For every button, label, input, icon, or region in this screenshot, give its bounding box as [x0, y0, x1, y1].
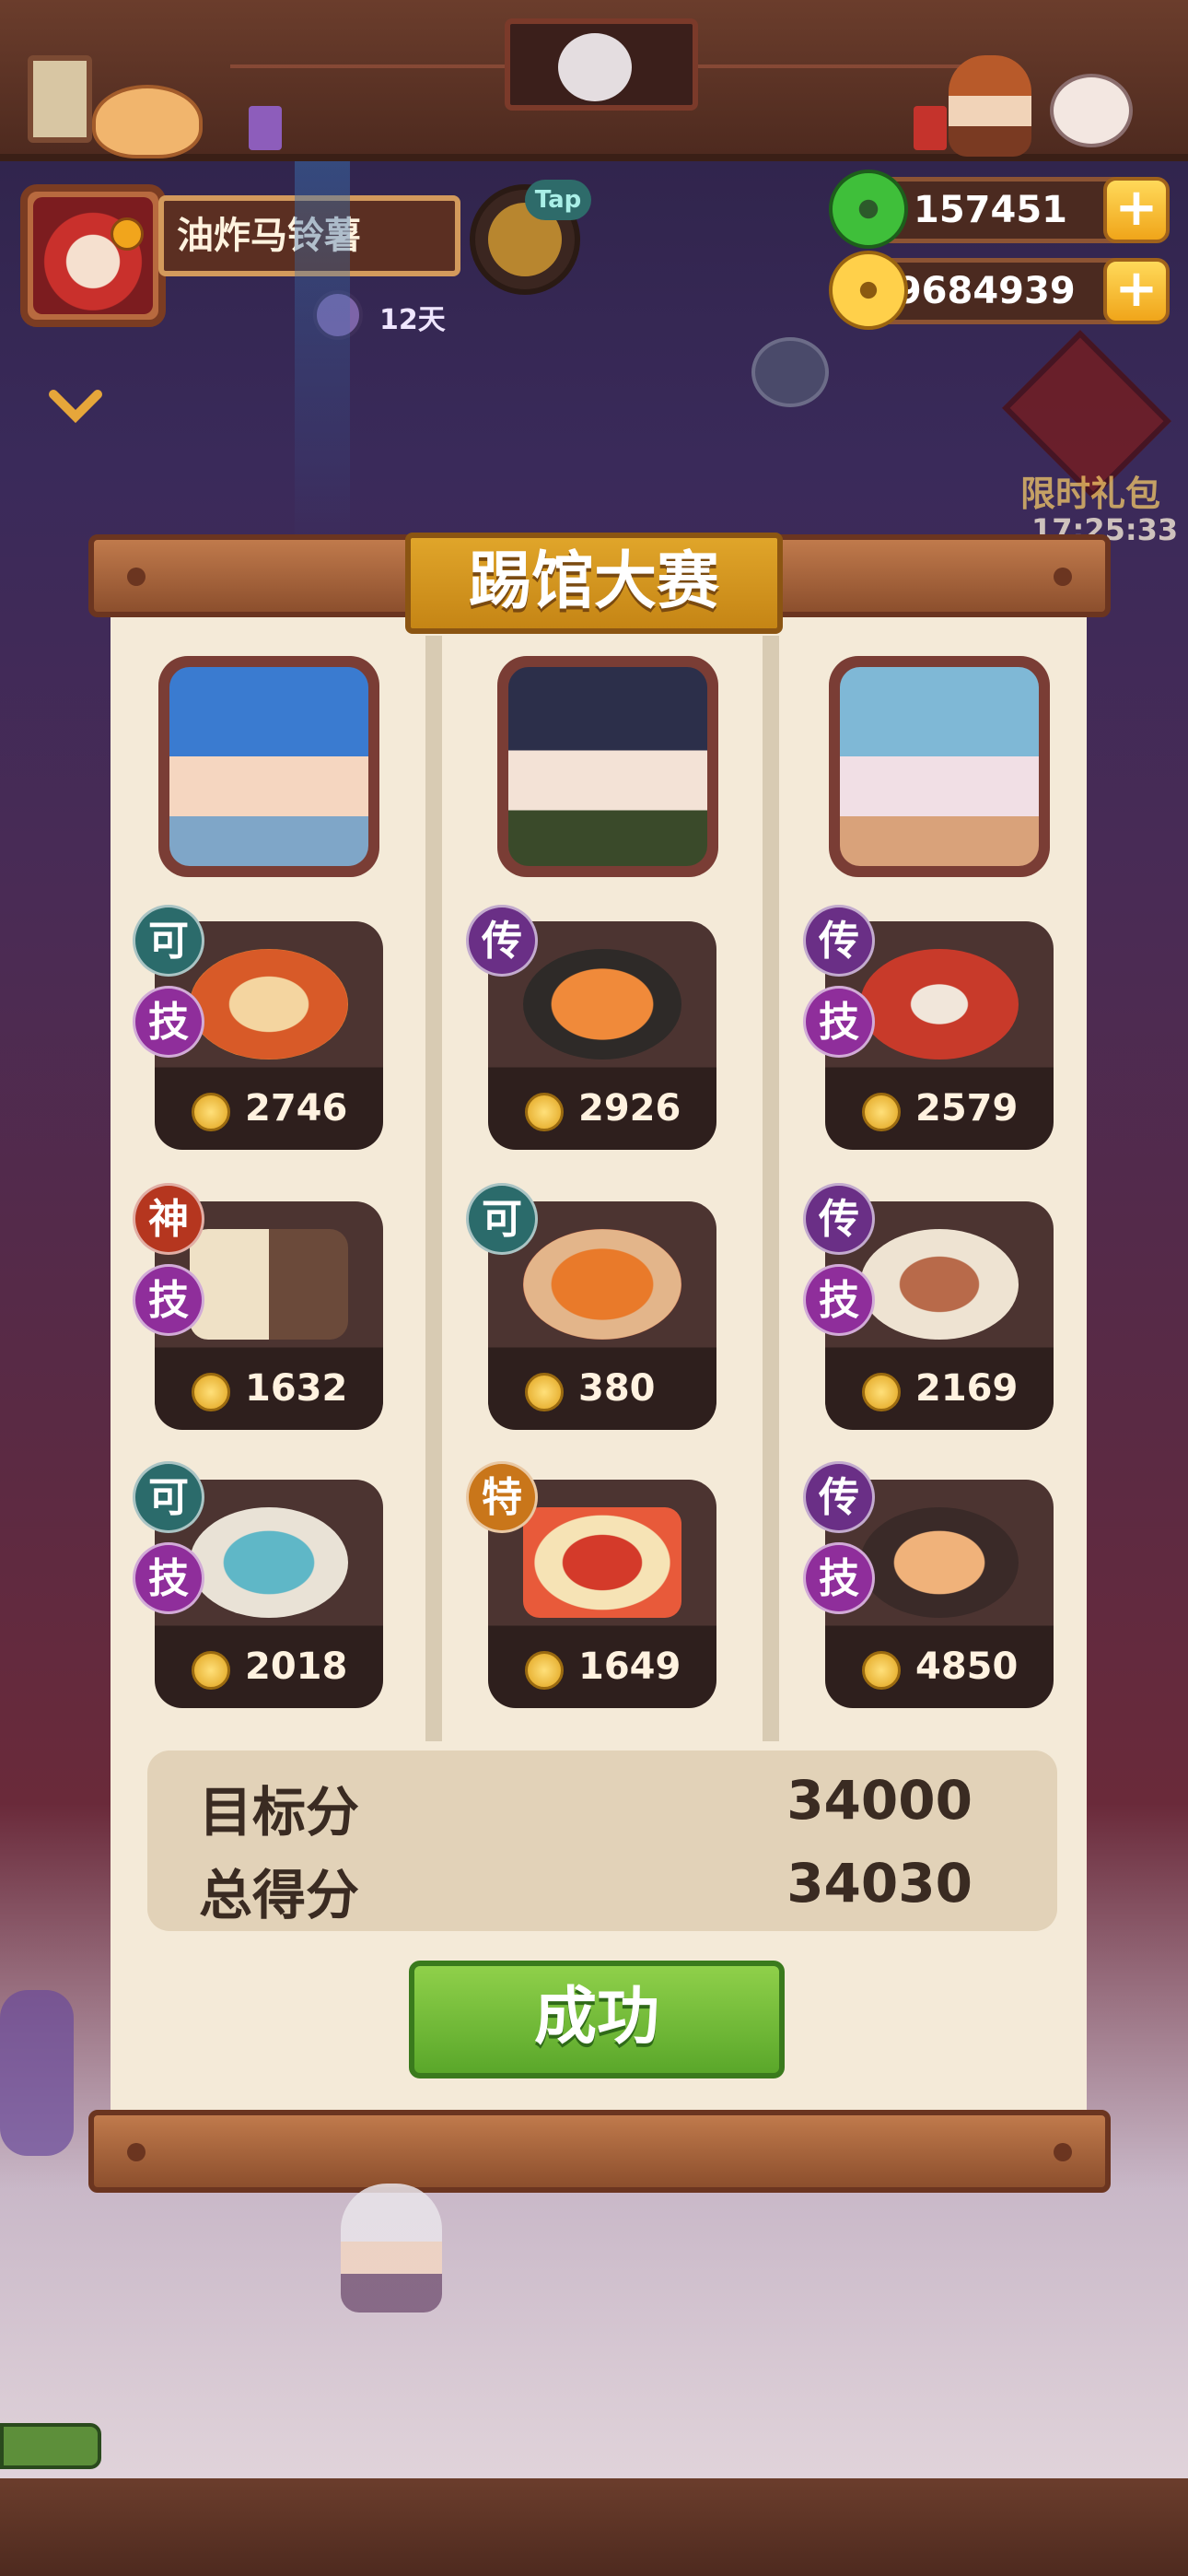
gold-coin-icon: [525, 1373, 564, 1411]
dish-score: 2746: [245, 1087, 348, 1130]
cake-dish-icon: [190, 1507, 348, 1618]
gold-coin-icon: [192, 1093, 230, 1131]
gold-coin-icon: [525, 1093, 564, 1131]
gold-coin-icon: [192, 1651, 230, 1690]
skill-badge: 技: [133, 1542, 204, 1614]
player-avatar[interactable]: [20, 184, 166, 327]
skill-badge: 技: [133, 1264, 204, 1336]
dish-score: 1632: [245, 1367, 348, 1410]
gold-coin-icon: [192, 1373, 230, 1411]
dish-score: 1649: [578, 1645, 681, 1688]
contest-title: 踢馆大赛: [405, 533, 783, 634]
limited-gift-label[interactable]: 限时礼包: [1020, 465, 1160, 516]
white-cat-icon: [1050, 74, 1133, 147]
pet-bubble-icon[interactable]: [751, 337, 829, 407]
grade-badge: 特: [466, 1461, 538, 1533]
add-jade-button[interactable]: +: [1103, 177, 1170, 243]
target-score-value: 34000: [786, 1769, 973, 1832]
grade-badge: 可: [466, 1183, 538, 1255]
hotpot-dish-icon: [860, 1507, 1019, 1618]
npc-character: [0, 1990, 74, 2156]
dish-score: 2579: [915, 1087, 1019, 1130]
spotlight-beam: [295, 161, 350, 548]
chevron-down-icon[interactable]: [48, 387, 103, 424]
claypot-dish-icon: [523, 949, 681, 1060]
gold-coin-icon: [862, 1373, 901, 1411]
grade-badge: 传: [803, 1183, 875, 1255]
scroll-rod-bottom: [88, 2110, 1111, 2193]
add-gold-button[interactable]: +: [1103, 258, 1170, 324]
menu-toggle[interactable]: [0, 2423, 101, 2469]
challenger-chef-3[interactable]: [829, 656, 1050, 877]
lobster-dish-icon: [190, 949, 348, 1060]
jade-coin-icon: [829, 170, 908, 249]
skill-badge: 技: [133, 986, 204, 1058]
grade-badge: 传: [803, 1461, 875, 1533]
dish-score: 2018: [245, 1645, 348, 1688]
dish-score: 2926: [578, 1087, 681, 1130]
success-button[interactable]: 成功: [409, 1961, 785, 2078]
scroll-recipe-icon: [190, 1229, 348, 1340]
tap-label: Tap: [525, 180, 591, 220]
chef-character-icon: [949, 55, 1031, 157]
seafood-box-dish-icon: [523, 1507, 681, 1618]
skill-badge: 技: [803, 1264, 875, 1336]
gold-coin-icon: [862, 1093, 901, 1131]
grade-badge: 传: [803, 905, 875, 977]
sleeping-cat-icon: [92, 85, 203, 158]
dish-score: 2169: [915, 1367, 1019, 1410]
grade-badge: 神: [133, 1183, 204, 1255]
gold-coin-icon: [525, 1651, 564, 1690]
crab-dish-icon: [860, 949, 1019, 1060]
grade-badge: 可: [133, 905, 204, 977]
avatar-portrait: [33, 197, 153, 314]
days-counter: 12天: [379, 304, 446, 336]
skill-badge: 技: [803, 1542, 875, 1614]
gold-coin-icon: [829, 251, 908, 330]
lantern-icon: [249, 106, 282, 150]
skill-badge: 技: [803, 986, 875, 1058]
grade-badge: 传: [466, 905, 538, 977]
rank-flame-icon: [111, 217, 144, 251]
bottom-bar: [0, 2478, 1188, 2576]
pawprint-sign-icon[interactable]: [28, 55, 92, 143]
sweet-sour-dish-icon: [523, 1229, 681, 1340]
gold-coin-icon: [862, 1651, 901, 1690]
soup-bowl-dish-icon: [860, 1229, 1019, 1340]
grade-badge: 可: [133, 1461, 204, 1533]
raccoon-mascot-icon: [558, 33, 632, 101]
dish-score: 4850: [915, 1645, 1019, 1688]
lantern-icon: [914, 106, 947, 150]
npc-character[interactable]: [341, 2184, 442, 2313]
total-score-label: 总得分: [199, 1864, 360, 1926]
total-score-value: 34030: [786, 1852, 973, 1914]
column-divider: [425, 636, 442, 1741]
target-score-label: 目标分: [199, 1781, 360, 1844]
dish-score: 380: [578, 1367, 656, 1410]
challenger-chef-2[interactable]: [497, 656, 718, 877]
column-divider: [763, 636, 779, 1741]
challenger-chef-1[interactable]: [158, 656, 379, 877]
